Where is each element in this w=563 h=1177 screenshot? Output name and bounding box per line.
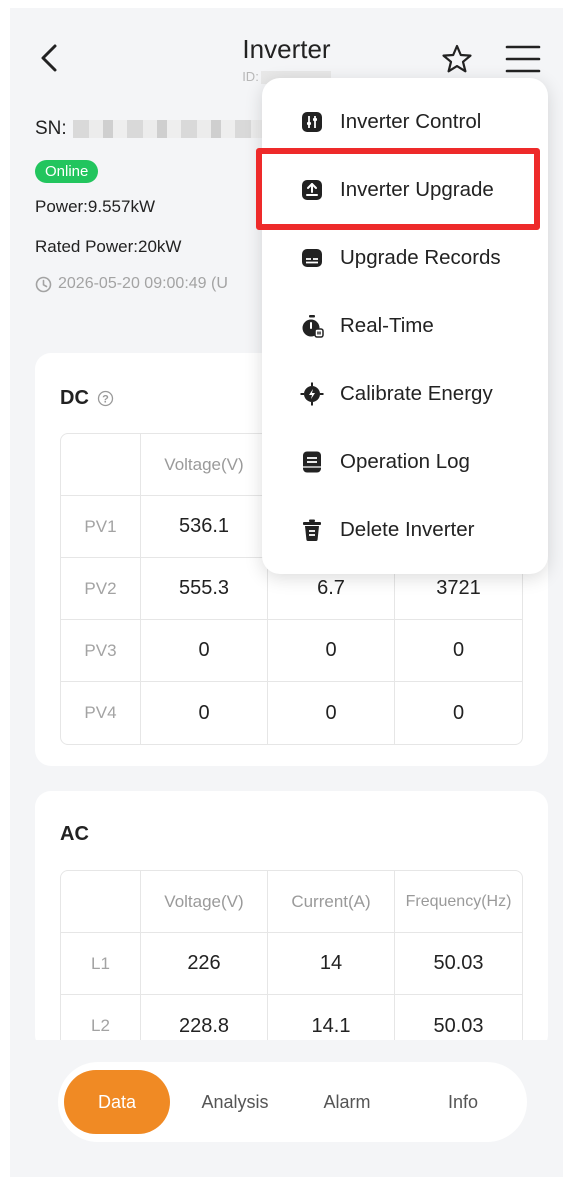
menu-item-upgrade-records[interactable]: Upgrade Records (262, 226, 548, 290)
menu-item-calibrate-energy[interactable]: Calibrate Energy (262, 362, 548, 426)
row-label: L1 (61, 933, 141, 995)
voltage-cell: 0 (141, 620, 268, 682)
serial-number: SN: (35, 118, 283, 140)
ac-header-cell (61, 871, 141, 933)
page-title: Inverter (242, 34, 331, 64)
table-row: PV4 0 0 0 (61, 682, 522, 744)
ac-header-cell: Voltage(V) (141, 871, 268, 933)
voltage-cell: 555.3 (141, 558, 268, 620)
row-label: PV2 (61, 558, 141, 620)
ac-title: AC (60, 823, 89, 845)
dc-header-cell: Voltage(V) (141, 434, 268, 496)
power-cell: 0 (452, 701, 465, 724)
current-power: Power:9.557kW (35, 197, 155, 216)
table-row: PV3 0 0 0 (61, 620, 522, 682)
star-icon (442, 44, 472, 73)
table-row: L1 226 14 50.03 (61, 933, 522, 995)
tab-data[interactable]: Data (64, 1070, 170, 1134)
row-label: PV1 (61, 496, 141, 558)
menu-item-inverter-control[interactable]: Inverter Control (262, 90, 548, 154)
records-icon (300, 246, 324, 270)
highlight-box (256, 148, 540, 230)
menu-button[interactable] (503, 41, 543, 77)
row-label: PV4 (61, 682, 141, 744)
tab-analysis[interactable]: Analysis (182, 1070, 288, 1134)
log-icon (300, 450, 324, 474)
current-cell: 0 (268, 620, 395, 682)
current-cell: 14 (268, 933, 395, 995)
help-icon[interactable]: ? (97, 390, 114, 407)
bottom-bar: Data Analysis Alarm Info (10, 1040, 563, 1177)
ac-header-cell: Current(A) (268, 871, 395, 933)
dc-title-text: DC (60, 387, 89, 409)
menu-item-delete-inverter[interactable]: Delete Inverter (262, 498, 548, 562)
menu-item-label: Real-Time (340, 314, 434, 337)
tab-alarm[interactable]: Alarm (294, 1070, 400, 1134)
timestamp: 2026-05-20 09:00:49 (U (58, 275, 228, 292)
ac-header-row: Voltage(V) Current(A) Frequency(Hz) (61, 871, 522, 933)
app-screen: Inverter ID: SN: Online Power:9.557kW Ra… (10, 8, 563, 1177)
current-cell: 0 (268, 682, 395, 744)
ac-table: Voltage(V) Current(A) Frequency(Hz) L1 2… (60, 870, 523, 1058)
ac-card: AC Voltage(V) Current(A) Frequency(Hz) L… (35, 791, 548, 1058)
menu-item-label: Calibrate Energy (340, 382, 493, 405)
svg-text:?: ? (102, 394, 109, 406)
voltage-cell: 0 (141, 682, 268, 744)
menu-item-label: Upgrade Records (340, 246, 501, 269)
status-badge: Online (35, 160, 99, 183)
trash-icon (300, 518, 324, 542)
voltage-cell: 536.1 (141, 496, 268, 558)
device-info: SN: Online Power:9.557kW Rated Power:20k… (35, 118, 283, 293)
device-id-label: ID: (242, 69, 259, 84)
dc-title: DC ? (60, 387, 114, 410)
menu-item-label: Delete Inverter (340, 518, 475, 541)
frequency-cell: 50.03 (395, 933, 522, 995)
rated-power: Rated Power:20kW (35, 237, 182, 256)
last-update: 2026-05-20 09:00:49 (U (35, 275, 283, 293)
stopwatch-icon (300, 314, 324, 338)
row-label: PV3 (61, 620, 141, 682)
tab-info[interactable]: Info (410, 1070, 516, 1134)
favorite-button[interactable] (440, 42, 474, 76)
sn-label: SN: (35, 118, 67, 139)
tab-bar: Data Analysis Alarm Info (58, 1062, 527, 1142)
voltage-cell: 226 (141, 933, 268, 995)
ac-header-cell: Frequency(Hz) (395, 871, 522, 933)
redacted-sn (72, 120, 283, 138)
hamburger-icon (505, 45, 541, 73)
clock-icon (35, 276, 52, 292)
menu-item-label: Inverter Control (340, 110, 482, 133)
energy-target-icon (300, 382, 324, 406)
dc-header-cell (61, 434, 141, 496)
power-cell: 0 (395, 620, 522, 682)
menu-item-operation-log[interactable]: Operation Log (262, 430, 548, 494)
menu-item-real-time[interactable]: Real-Time (262, 294, 548, 358)
sliders-icon (300, 110, 324, 134)
menu-item-label: Operation Log (340, 450, 470, 473)
